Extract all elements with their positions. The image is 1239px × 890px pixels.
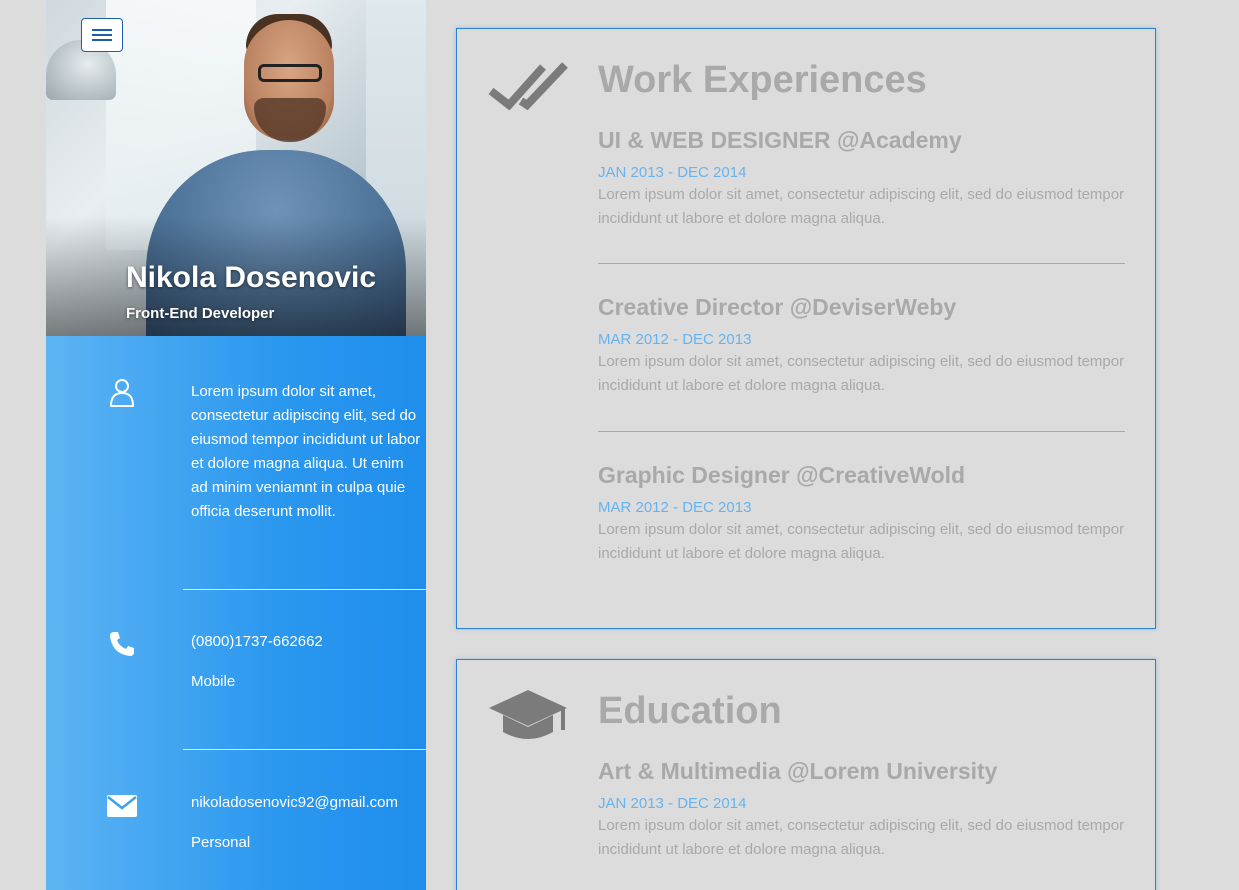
work-section-title: Work Experiences — [598, 59, 927, 101]
education-description: Lorem ipsum dolor sit amet, consectetur … — [598, 817, 1125, 858]
job-description: Lorem ipsum dolor sit amet, consectetur … — [598, 521, 1125, 562]
education-card: Education Art & Multimedia @Lorem Univer… — [456, 659, 1156, 890]
phone-icon — [110, 632, 134, 656]
phone-number[interactable]: (0800)1737-662662 — [191, 630, 421, 654]
contact-panel: Lorem ipsum dolor sit amet, consectetur … — [46, 336, 426, 890]
hamburger-menu-button[interactable] — [81, 18, 123, 52]
work-experience-card: Work Experiences UI & WEB DESIGNER @Acad… — [456, 28, 1156, 629]
profile-sidebar: Nikola Dosenovic Front-End Developer Lor… — [46, 0, 426, 890]
job-description: Lorem ipsum dolor sit amet, consectetur … — [598, 353, 1125, 394]
job-date: MAR 2012 - DEC 2013 — [598, 499, 752, 516]
profile-role: Front-End Developer — [126, 305, 275, 322]
contact-divider — [183, 589, 426, 590]
double-check-icon — [488, 62, 568, 111]
job-entry: Creative Director @DeviserWeby MAR 2012 … — [598, 294, 1126, 398]
contact-divider — [183, 749, 426, 750]
job-entry: UI & WEB DESIGNER @Academy JAN 2013 - DE… — [598, 127, 1126, 231]
job-divider — [598, 263, 1125, 264]
job-date: MAR 2012 - DEC 2013 — [598, 331, 752, 348]
job-entry: Graphic Designer @CreativeWold MAR 2012 … — [598, 462, 1126, 566]
job-divider — [598, 431, 1125, 432]
education-entry: Art & Multimedia @Lorem University JAN 2… — [598, 758, 1126, 862]
job-title: Creative Director @DeviserWeby — [598, 294, 957, 320]
resume-page: Nikola Dosenovic Front-End Developer Lor… — [0, 0, 1239, 890]
job-description: Lorem ipsum dolor sit amet, consectetur … — [598, 186, 1125, 227]
graduation-cap-icon — [489, 690, 567, 739]
job-title: UI & WEB DESIGNER @Academy — [598, 127, 962, 153]
email-label: Personal — [191, 834, 251, 851]
job-date: JAN 2013 - DEC 2014 — [598, 164, 747, 181]
user-icon — [110, 379, 134, 407]
education-date: JAN 2013 - DEC 2014 — [598, 795, 747, 812]
email-address[interactable]: nikoladosenovic92@gmail.com — [191, 791, 421, 815]
about-text: Lorem ipsum dolor sit amet, consectetur … — [191, 383, 421, 520]
envelope-icon — [107, 795, 137, 817]
education-section-title: Education — [598, 690, 782, 732]
job-title: Graphic Designer @CreativeWold — [598, 462, 966, 488]
phone-label: Mobile — [191, 673, 236, 690]
hamburger-menu-icon — [92, 29, 112, 31]
education-title: Art & Multimedia @Lorem University — [598, 758, 998, 784]
profile-name: Nikola Dosenovic — [126, 261, 377, 294]
